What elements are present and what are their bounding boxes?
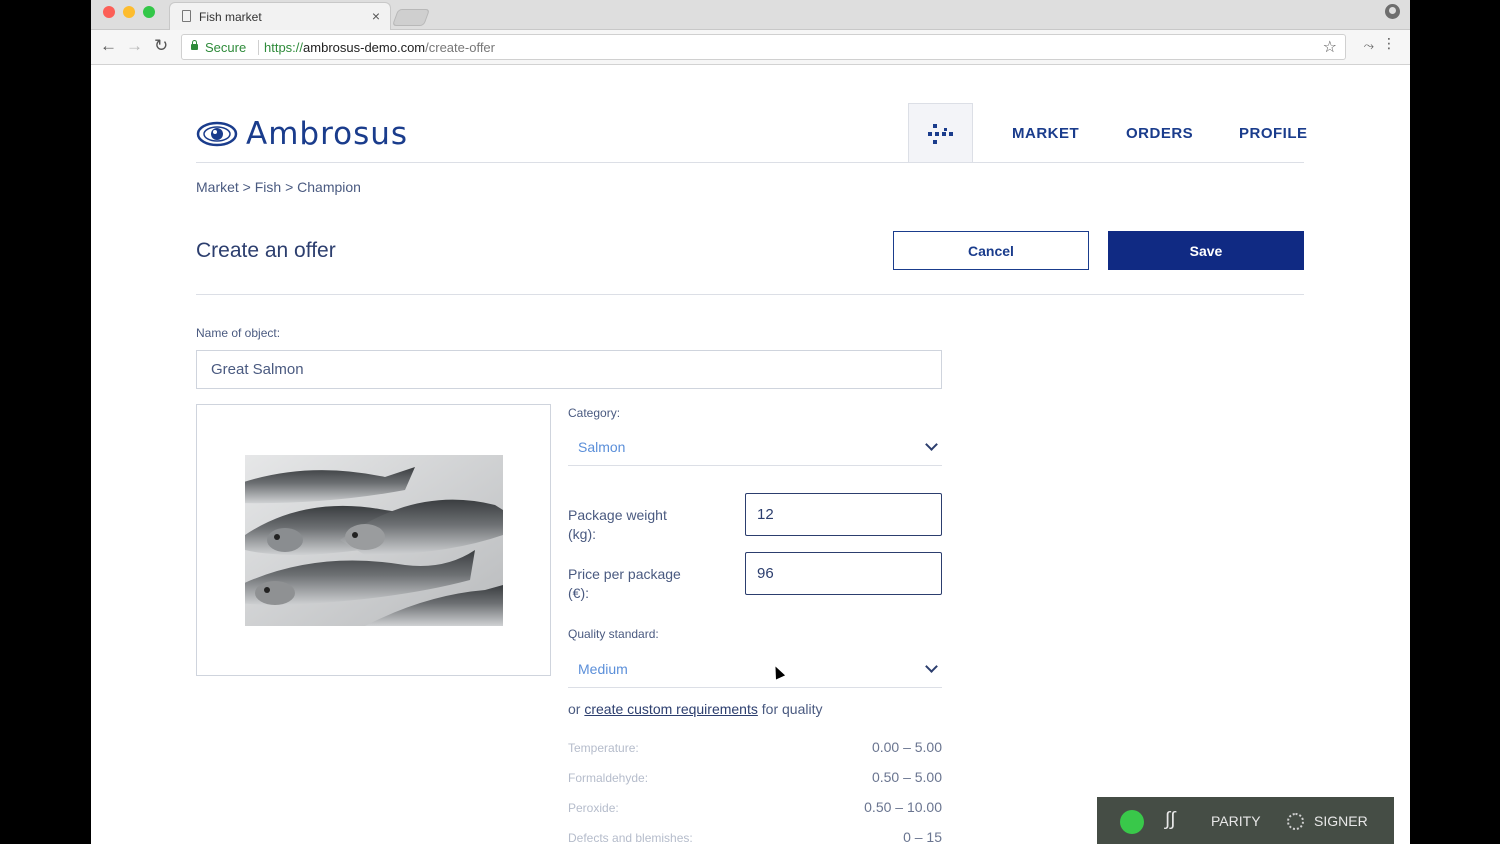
name-label: Name of object: bbox=[196, 326, 281, 340]
quality-value: Medium bbox=[578, 661, 628, 677]
quality-standard-label: Quality standard: bbox=[568, 627, 659, 641]
parity-label[interactable]: PARITY bbox=[1211, 813, 1261, 829]
category-select[interactable]: Salmon bbox=[568, 430, 942, 466]
quality-standard-select[interactable]: Medium bbox=[568, 652, 942, 688]
tab-bar: Fish market × bbox=[91, 0, 1410, 30]
save-button[interactable]: Save bbox=[1108, 231, 1304, 270]
address-divider bbox=[258, 40, 259, 55]
salmon-photo bbox=[245, 455, 503, 626]
tab-close-icon[interactable]: × bbox=[372, 8, 380, 24]
extension-icon[interactable]: ⤳ bbox=[1364, 38, 1374, 54]
cancel-button[interactable]: Cancel bbox=[893, 231, 1089, 270]
secure-label: Secure bbox=[205, 40, 247, 55]
browser-window: Fish market × ← → ↻ Secure https://ambro… bbox=[91, 0, 1410, 844]
requirement-value: 0 – 15 bbox=[903, 829, 942, 844]
page-content: Ambrosus MARKET ORDERS PROFILE Market > … bbox=[91, 66, 1410, 844]
lock-icon bbox=[191, 40, 198, 50]
network-nodes-icon bbox=[927, 123, 953, 144]
nav-orders-link[interactable]: ORDERS bbox=[1126, 125, 1193, 142]
status-dot-icon[interactable] bbox=[1120, 810, 1144, 834]
new-tab-button[interactable] bbox=[391, 9, 431, 26]
tab-title: Fish market bbox=[199, 10, 262, 24]
package-weight-input[interactable] bbox=[745, 493, 942, 536]
custom-requirements-line: or create custom requirements for qualit… bbox=[568, 701, 823, 717]
close-window-button[interactable] bbox=[103, 6, 115, 18]
requirement-label: Defects and blemishes: bbox=[568, 831, 693, 844]
page-title: Create an offer bbox=[196, 239, 336, 262]
requirement-value: 0.00 – 5.00 bbox=[871, 739, 942, 755]
browser-toolbar: ← → ↻ Secure https://ambrosus-demo.com/c… bbox=[91, 30, 1410, 65]
chevron-down-icon bbox=[925, 438, 938, 451]
bookmark-star-icon[interactable]: ☆ bbox=[1323, 37, 1337, 57]
browser-menu-icon[interactable]: ⋮ bbox=[1382, 35, 1396, 52]
requirement-value: 0.50 – 5.00 bbox=[871, 769, 942, 785]
create-custom-requirements-link[interactable]: create custom requirements bbox=[584, 701, 758, 717]
browser-tab[interactable]: Fish market × bbox=[169, 2, 391, 30]
eye-logo-icon bbox=[196, 121, 238, 147]
forward-arrow-icon[interactable]: → bbox=[126, 36, 143, 56]
requirement-value: 0.50 – 10.00 bbox=[864, 799, 942, 815]
requirement-label: Peroxide: bbox=[568, 801, 619, 815]
requirement-label: Formaldehyde: bbox=[568, 771, 649, 785]
back-arrow-icon[interactable]: ← bbox=[100, 36, 117, 56]
signer-label[interactable]: SIGNER bbox=[1314, 813, 1368, 829]
requirement-label: Temperature: bbox=[568, 741, 639, 755]
parity-logo-icon: ∫∫ bbox=[1165, 809, 1176, 830]
ambrosus-logo[interactable]: Ambrosus bbox=[196, 114, 408, 154]
network-button[interactable] bbox=[908, 103, 973, 163]
chevron-down-icon bbox=[925, 660, 938, 673]
price-per-package-input[interactable] bbox=[745, 552, 942, 595]
name-of-object-input[interactable] bbox=[196, 350, 942, 389]
reload-icon[interactable]: ↻ bbox=[154, 36, 168, 56]
profile-icon[interactable] bbox=[1385, 4, 1400, 19]
nav-market-link[interactable]: MARKET bbox=[1012, 125, 1079, 142]
nav-profile-link[interactable]: PROFILE bbox=[1239, 125, 1308, 142]
fingerprint-icon bbox=[1287, 813, 1304, 830]
address-bar[interactable]: Secure https://ambrosus-demo.com/create-… bbox=[181, 34, 1346, 60]
image-upload-box[interactable] bbox=[196, 404, 551, 676]
minimize-window-button[interactable] bbox=[123, 6, 135, 18]
breadcrumb[interactable]: Market > Fish > Champion bbox=[196, 179, 361, 195]
document-icon bbox=[182, 10, 191, 22]
logo-text: Ambrosus bbox=[246, 116, 409, 152]
price-per-package-label: Price per package (€): bbox=[568, 566, 681, 601]
title-divider bbox=[196, 294, 1304, 295]
url-text[interactable]: https://ambrosus-demo.com/create-offer bbox=[264, 40, 495, 55]
category-value: Salmon bbox=[578, 439, 626, 455]
package-weight-label: Package weight (kg): bbox=[568, 507, 667, 542]
parity-signer-bar: ∫∫ PARITY SIGNER bbox=[1097, 797, 1394, 844]
header-divider bbox=[196, 162, 1304, 163]
maximize-window-button[interactable] bbox=[143, 6, 155, 18]
category-label: Category: bbox=[568, 406, 621, 420]
